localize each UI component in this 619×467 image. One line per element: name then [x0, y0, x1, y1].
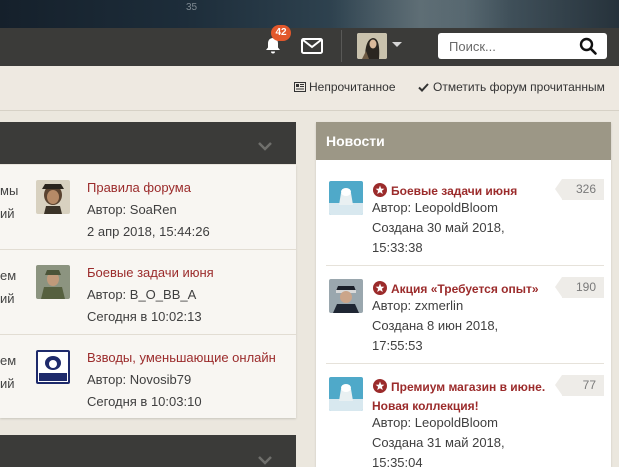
news-item[interactable]: Боевые задачи июня Автор: LeopoldBloom С…	[316, 166, 611, 264]
caret-down-icon[interactable]	[392, 42, 402, 47]
author-avatar[interactable]	[329, 181, 363, 215]
unread-label: Непрочитанное	[309, 80, 396, 94]
news-title-link[interactable]: Акция «Требуется опыт»	[372, 280, 552, 299]
envelope-icon	[301, 38, 323, 54]
checkmark-icon	[418, 82, 429, 92]
collapse-chevron-icon[interactable]	[258, 452, 272, 465]
news-created: Создана 30 май 2018,	[372, 220, 505, 235]
comment-count: 77	[555, 375, 604, 396]
news-created-time: 15:33:38	[372, 240, 423, 255]
news-author: Автор: LeopoldBloom	[372, 415, 498, 430]
navbar-separator	[341, 30, 342, 62]
news-item[interactable]: Акция «Требуется опыт» Автор: zxmerlin С…	[316, 264, 611, 362]
topic-date: 2 апр 2018, 15:44:26	[87, 224, 210, 239]
forum-desc-fragment: ий	[0, 376, 15, 391]
comment-count: 190	[555, 277, 604, 298]
notifications-badge: 42	[271, 25, 291, 41]
messages-button[interactable]	[301, 38, 323, 54]
collapse-chevron-icon[interactable]	[258, 138, 272, 151]
author-avatar[interactable]	[36, 180, 70, 214]
unread-link[interactable]: Непрочитанное	[294, 80, 396, 94]
forum-row[interactable]: ем ий Взводы, уменьшающие онлайн Автор: …	[0, 335, 296, 419]
mark-read-label: Отметить форум прочитанным	[433, 80, 605, 94]
forum-name-fragment: мы	[0, 183, 19, 198]
topic-title-link[interactable]: Правила форума	[87, 180, 191, 195]
news-header: Новости	[316, 122, 611, 160]
banner-shine	[330, 0, 510, 28]
topic-author: Автор: B_O_BB_A	[87, 287, 197, 302]
news-created-time: 15:35:04	[372, 455, 423, 467]
topic-date: Сегодня в 10:02:13	[87, 309, 202, 324]
top-banner: 35	[0, 0, 619, 28]
news-created: Создана 8 июн 2018,	[372, 318, 499, 333]
mark-forum-read-link[interactable]: Отметить форум прочитанным	[418, 80, 605, 94]
news-created-time: 17:55:53	[372, 338, 423, 353]
topic-title-link[interactable]: Взводы, уменьшающие онлайн	[87, 350, 276, 365]
news-author: Автор: LeopoldBloom	[372, 200, 498, 215]
forum-category-header	[0, 122, 296, 164]
news-author: Автор: zxmerlin	[372, 298, 464, 313]
news-title-link[interactable]: Боевые задачи июня	[372, 182, 552, 201]
topic-author: Автор: SoaRen	[87, 202, 177, 217]
news-title: Новости	[326, 133, 385, 149]
magnifier-icon	[579, 37, 597, 55]
news-item[interactable]: Премиум магазин в июне. Новая коллекция!…	[316, 362, 611, 467]
author-avatar[interactable]	[329, 279, 363, 313]
author-avatar[interactable]	[329, 377, 363, 411]
forum-name-fragment: ем	[0, 353, 17, 368]
actions-divider	[0, 110, 619, 111]
topic-date: Сегодня в 10:03:10	[87, 394, 202, 409]
news-panel: Новости Боевые задачи июня Автор: Leopol…	[316, 122, 611, 467]
user-avatar-image	[357, 33, 387, 59]
author-avatar[interactable]	[36, 350, 70, 384]
forum-category-header-2	[0, 435, 296, 467]
forum-desc-fragment: ий	[0, 206, 15, 221]
news-title-link[interactable]: Премиум магазин в июне. Новая коллекция!	[372, 378, 552, 416]
user-avatar-button[interactable]	[357, 33, 387, 59]
newspaper-icon	[294, 82, 306, 92]
comment-count: 326	[555, 179, 604, 200]
forum-name-fragment: ем	[0, 268, 17, 283]
forum-topics-panel: мы ий Правила форума Автор: SoaRen 2 апр…	[0, 165, 296, 418]
search-input[interactable]	[449, 36, 569, 56]
topic-title-link[interactable]: Боевые задачи июня	[87, 265, 214, 280]
news-created: Создана 31 май 2018,	[372, 435, 505, 450]
banner-number: 35	[186, 2, 198, 13]
search-button[interactable]	[578, 36, 598, 56]
forum-row[interactable]: ем ий Боевые задачи июня Автор: B_O_BB_A…	[0, 250, 296, 334]
forum-desc-fragment: ий	[0, 291, 15, 306]
forum-row[interactable]: мы ий Правила форума Автор: SoaRen 2 апр…	[0, 165, 296, 249]
topic-author: Автор: Novosib79	[87, 372, 192, 387]
author-avatar[interactable]	[36, 265, 70, 299]
